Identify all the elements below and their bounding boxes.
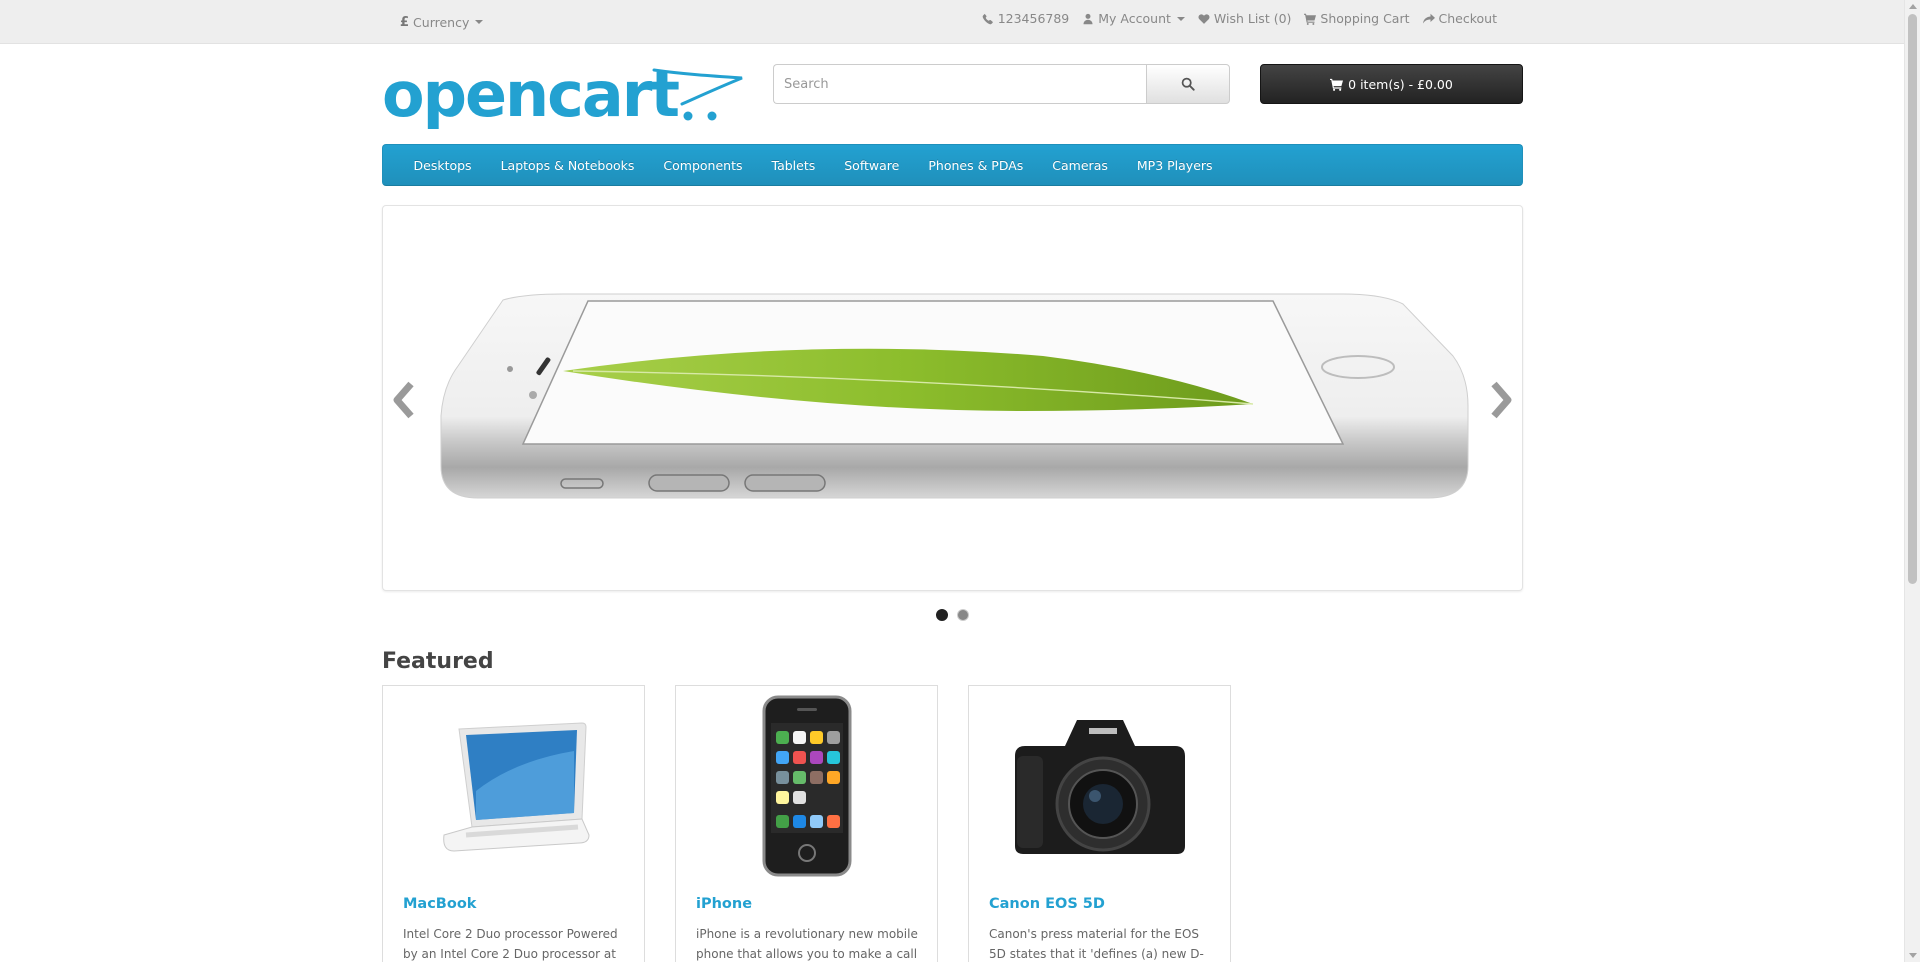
- logo-graphic: opencart: [382, 58, 743, 131]
- product-name-iphone[interactable]: iPhone: [696, 896, 752, 912]
- canon-camera-image: [1014, 720, 1185, 854]
- checkout-label: Checkout: [1438, 11, 1497, 26]
- currency-symbol: £: [400, 14, 410, 30]
- slideshow-pagination: [936, 609, 969, 621]
- cart-icon: [1330, 78, 1344, 91]
- phone-number: 123456789: [997, 11, 1070, 26]
- product-image-macbook[interactable]: [383, 686, 644, 886]
- currency-dropdown[interactable]: £ Currency: [400, 12, 484, 32]
- caret-down-icon: [1176, 16, 1185, 21]
- scrollbar-thumb[interactable]: [1908, 14, 1917, 584]
- menu-item-desktops[interactable]: Desktops: [399, 158, 486, 173]
- product-description: Intel Core 2 Duo processor Powered by an…: [403, 927, 618, 961]
- scroll-up-icon[interactable]: [1909, 4, 1917, 9]
- slide-image-iphone: [440, 293, 1469, 499]
- iphone-image: [762, 695, 851, 877]
- product-image-canon-eos-5d[interactable]: [969, 686, 1230, 886]
- product-image-iphone[interactable]: [676, 686, 937, 886]
- cart-total: 0 item(s) - £0.00: [1348, 76, 1453, 92]
- menu-item-mp3-players[interactable]: MP3 Players: [1122, 158, 1227, 173]
- featured-products: MacBook Intel Core 2 Duo processor Power…: [382, 685, 1231, 962]
- caret-down-icon: [475, 20, 484, 24]
- product-card: Canon EOS 5D Canon's press material for …: [968, 685, 1231, 962]
- chevron-left-icon: [393, 381, 414, 419]
- slideshow-dot-2[interactable]: [957, 609, 969, 621]
- logo-text: opencart: [382, 62, 679, 131]
- wish-list-label: Wish List (0): [1213, 11, 1292, 26]
- cart-button[interactable]: 0 item(s) - £0.00: [1260, 64, 1523, 104]
- macbook-image: [442, 722, 590, 852]
- search-input[interactable]: [773, 64, 1146, 104]
- menu-item-software[interactable]: Software: [830, 158, 914, 173]
- my-account-label: My Account: [1098, 11, 1171, 26]
- slideshow-next-button[interactable]: [1482, 376, 1522, 424]
- main-menu: Desktops Laptops & Notebooks Components …: [382, 144, 1523, 186]
- shopping-cart-link[interactable]: Shopping Cart: [1304, 11, 1410, 26]
- product-description: iPhone is a revolutionary new mobile pho…: [696, 927, 918, 961]
- search-bar: [773, 64, 1230, 104]
- wish-list-link[interactable]: Wish List (0): [1198, 11, 1292, 26]
- menu-item-phones-pdas[interactable]: Phones & PDAs: [914, 158, 1038, 173]
- opencart-logo[interactable]: opencart: [382, 58, 744, 136]
- featured-heading: Featured: [382, 649, 494, 674]
- menu-item-cameras[interactable]: Cameras: [1038, 158, 1123, 173]
- top-links: 123456789 My Account Wish List (0) Shopp…: [982, 11, 1497, 26]
- checkout-link[interactable]: Checkout: [1422, 11, 1497, 26]
- product-card: iPhone iPhone is a revolutionary new mob…: [675, 685, 938, 962]
- menu-item-laptops-notebooks[interactable]: Laptops & Notebooks: [486, 158, 649, 173]
- menu-item-components[interactable]: Components: [649, 158, 757, 173]
- phone-icon: [982, 13, 993, 24]
- my-account-dropdown[interactable]: My Account: [1082, 11, 1185, 26]
- search-button[interactable]: [1146, 64, 1230, 104]
- page-scrollbar[interactable]: [1904, 0, 1920, 962]
- product-card: MacBook Intel Core 2 Duo processor Power…: [382, 685, 645, 962]
- product-name-canon-eos-5d[interactable]: Canon EOS 5D: [989, 896, 1105, 912]
- user-icon: [1083, 13, 1093, 24]
- product-description: Canon's press material for the EOS 5D st…: [989, 927, 1204, 961]
- slideshow-prev-button[interactable]: [383, 376, 423, 424]
- chevron-right-icon: [1491, 381, 1512, 419]
- cart-icon: [1304, 13, 1317, 25]
- banner-slideshow: [382, 205, 1523, 591]
- phone-link[interactable]: 123456789: [982, 11, 1070, 26]
- currency-label: Currency: [413, 14, 470, 30]
- heart-icon: [1198, 13, 1210, 24]
- menu-item-tablets[interactable]: Tablets: [757, 158, 830, 173]
- shopping-cart-label: Shopping Cart: [1320, 11, 1410, 26]
- product-name-macbook[interactable]: MacBook: [403, 896, 476, 912]
- search-icon: [1181, 77, 1195, 91]
- slideshow-dot-1[interactable]: [936, 609, 948, 621]
- top-bar: £ Currency 123456789 My Account Wish Lis…: [0, 0, 1904, 44]
- share-icon: [1422, 13, 1435, 23]
- scroll-down-icon[interactable]: [1909, 953, 1917, 958]
